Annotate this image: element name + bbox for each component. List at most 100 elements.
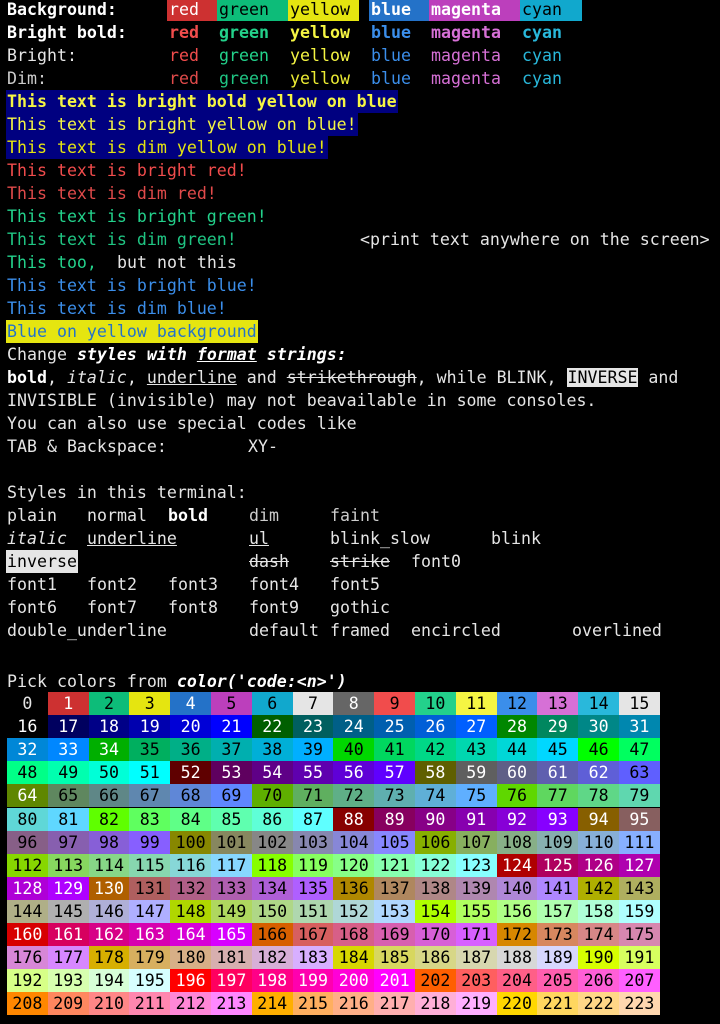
palette-cell-125: 125 bbox=[537, 853, 579, 877]
palette-cell-40: 40 bbox=[333, 738, 375, 762]
palette-cell-115: 115 bbox=[129, 853, 171, 877]
inverse-sample: INVERSE bbox=[566, 368, 639, 387]
palette-cell-93: 93 bbox=[537, 807, 579, 831]
palette-cell-82: 82 bbox=[88, 807, 130, 831]
bright-yellow: yellow bbox=[290, 46, 350, 65]
palette-cell-46: 46 bbox=[578, 738, 619, 762]
palette-cell-132: 132 bbox=[170, 876, 211, 900]
palette-cell-98: 98 bbox=[88, 830, 130, 854]
palette-cell-140: 140 bbox=[496, 876, 538, 900]
palette-cell-51: 51 bbox=[129, 761, 171, 785]
palette-cell-104: 104 bbox=[333, 830, 375, 854]
palette-cell-79: 79 bbox=[619, 784, 660, 808]
palette-cell-22: 22 bbox=[251, 715, 293, 739]
bright-bold-green: green bbox=[219, 23, 269, 42]
palette-heading-prefix: Pick colors from bbox=[7, 672, 177, 691]
palette-cell-80: 80 bbox=[7, 807, 48, 831]
palette-cell-154: 154 bbox=[415, 899, 456, 923]
palette-cell-36: 36 bbox=[170, 738, 211, 762]
bright-green: green bbox=[219, 46, 269, 65]
styles-with-text: styles with bbox=[76, 345, 187, 364]
palette-cell-11: 11 bbox=[455, 692, 497, 715]
palette-cell-196: 196 bbox=[170, 969, 211, 993]
palette-cell-49: 49 bbox=[47, 761, 89, 785]
palette-cell-144: 144 bbox=[7, 899, 48, 923]
style-blink-slow: blink_slow bbox=[330, 529, 430, 548]
palette-cell-31: 31 bbox=[619, 715, 660, 739]
strings-word: strings: bbox=[256, 345, 347, 364]
palette-cell-193: 193 bbox=[47, 969, 89, 993]
palette-cell-174: 174 bbox=[578, 923, 619, 946]
style-blink: blink bbox=[491, 529, 541, 548]
palette-cell-30: 30 bbox=[578, 715, 619, 739]
palette-cell-14: 14 bbox=[578, 692, 619, 715]
palette-cell-182: 182 bbox=[251, 946, 293, 970]
bg-green: green bbox=[217, 0, 288, 21]
palette-cell-124: 124 bbox=[496, 853, 538, 877]
palette-cell-86: 86 bbox=[251, 807, 293, 831]
palette-cell-137: 137 bbox=[374, 876, 415, 900]
palette-cell-121: 121 bbox=[374, 853, 415, 877]
palette-cell-143: 143 bbox=[619, 876, 660, 900]
dim-yellow: yellow bbox=[290, 69, 350, 88]
style-font1: font1 bbox=[7, 575, 57, 594]
style-faint: faint bbox=[330, 506, 380, 525]
palette-cell-204: 204 bbox=[496, 969, 538, 993]
palette-cell-201: 201 bbox=[374, 969, 415, 993]
palette-cell-138: 138 bbox=[415, 876, 456, 900]
palette-cell-113: 113 bbox=[47, 853, 89, 877]
palette-cell-151: 151 bbox=[292, 899, 334, 923]
palette-cell-65: 65 bbox=[47, 784, 89, 808]
palette-cell-157: 157 bbox=[537, 899, 579, 923]
palette-cell-131: 131 bbox=[129, 876, 171, 900]
palette-cell-123: 123 bbox=[455, 853, 497, 877]
palette-cell-6: 6 bbox=[251, 692, 293, 715]
palette-cell-122: 122 bbox=[415, 853, 456, 877]
palette-cell-186: 186 bbox=[415, 946, 456, 970]
palette-cell-68: 68 bbox=[170, 784, 211, 808]
terminal-window[interactable]: Background: red green yellow blue magent… bbox=[0, 0, 720, 1024]
dim-label: Dim: bbox=[7, 69, 47, 88]
bright-magenta: magenta bbox=[431, 46, 501, 65]
palette-cell-205: 205 bbox=[537, 969, 579, 993]
palette-cell-33: 33 bbox=[47, 738, 89, 762]
palette-cell-76: 76 bbox=[496, 784, 538, 808]
bg-red: red bbox=[167, 0, 217, 21]
palette-cell-222: 222 bbox=[578, 992, 619, 1016]
palette-cell-1: 1 bbox=[47, 692, 89, 715]
palette-cell-83: 83 bbox=[129, 807, 171, 831]
palette-cell-44: 44 bbox=[496, 738, 538, 762]
palette-cell-105: 105 bbox=[374, 830, 415, 854]
palette-cell-63: 63 bbox=[619, 761, 660, 785]
palette-cell-8: 8 bbox=[333, 692, 375, 715]
bright-cyan: cyan bbox=[522, 46, 562, 65]
dim-green: green bbox=[219, 69, 269, 88]
palette-cell-29: 29 bbox=[537, 715, 579, 739]
blue-on-yellow-line: Blue on yellow background bbox=[6, 320, 258, 343]
palette-cell-87: 87 bbox=[292, 807, 334, 831]
palette-cell-189: 189 bbox=[537, 946, 579, 970]
palette-cell-37: 37 bbox=[211, 738, 252, 762]
palette-cell-135: 135 bbox=[292, 876, 334, 900]
palette-cell-47: 47 bbox=[619, 738, 660, 762]
bright-bold-label: Bright bold: bbox=[7, 23, 127, 42]
palette-cell-146: 146 bbox=[88, 899, 130, 923]
palette-cell-162: 162 bbox=[88, 923, 130, 946]
palette-cell-25: 25 bbox=[374, 715, 415, 739]
palette-cell-4: 4 bbox=[170, 692, 211, 715]
palette-cell-50: 50 bbox=[88, 761, 130, 785]
style-encircled: encircled bbox=[411, 621, 501, 640]
palette-cell-96: 96 bbox=[7, 830, 48, 854]
dim-red-line: This text is dim red! bbox=[7, 184, 217, 203]
palette-cell-198: 198 bbox=[251, 969, 293, 993]
palette-cell-72: 72 bbox=[333, 784, 375, 808]
bright-bold-yellow-on-blue-line: This text is bright bold yellow on blue bbox=[6, 90, 398, 113]
palette-cell-136: 136 bbox=[333, 876, 375, 900]
palette-cell-166: 166 bbox=[251, 923, 293, 946]
palette-cell-56: 56 bbox=[333, 761, 375, 785]
xy-text: XY- bbox=[248, 437, 278, 456]
palette-cell-213: 213 bbox=[211, 992, 252, 1016]
style-framed: framed bbox=[330, 621, 390, 640]
palette-cell-160: 160 bbox=[7, 923, 48, 946]
bg-blue: blue bbox=[369, 0, 429, 21]
